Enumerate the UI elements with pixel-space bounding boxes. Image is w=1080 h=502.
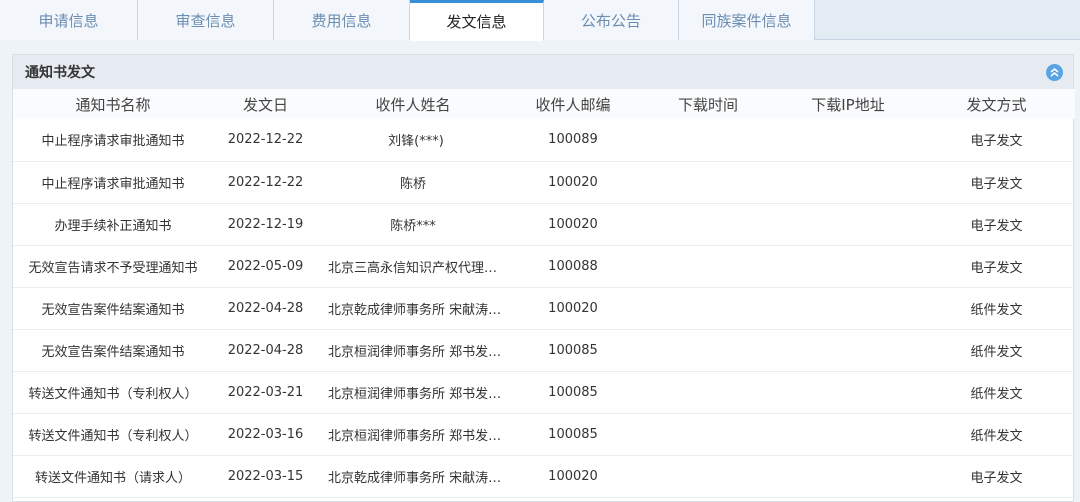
cell-dispatch-date: 2022-12-22 [227, 132, 304, 148]
cell-download-time [638, 119, 778, 161]
col-header-dispatch-method: 发文方式 [918, 89, 1075, 119]
cell-download-ip [778, 371, 918, 413]
cell-download-time [638, 455, 778, 497]
col-header-recipient-name: 收件人姓名 [318, 89, 508, 119]
cell-recipient-postcode: 100020 [548, 174, 598, 190]
cell-recipient-postcode: 100088 [548, 258, 598, 274]
cell-download-time [638, 245, 778, 287]
tab-application-info[interactable]: 申请信息 [0, 0, 138, 40]
cell-recipient-postcode: 100020 [548, 216, 598, 232]
cell-dispatch-date: 2022-12-22 [227, 174, 304, 190]
table-row[interactable]: 转送文件通知书（请求人） 2022-03-15 北京乾成律师事务所 宋献涛 ..… [13, 455, 1075, 497]
cell-recipient-name: 陈桥 [399, 176, 426, 192]
cell-recipient-postcode: 100085 [548, 342, 598, 358]
cell-dispatch-method: 电子发文 [970, 176, 1023, 192]
notice-table: 通知书名称 发文日 收件人姓名 收件人邮编 下载时间 下载IP地址 发文方式 中… [13, 89, 1075, 498]
cell-recipient-postcode: 100020 [548, 468, 598, 484]
cell-notice-name: 转送文件通知书（专利权人） [28, 428, 198, 444]
col-header-recipient-postcode: 收件人邮编 [508, 89, 638, 119]
cell-recipient-name: 北京桓润律师事务所 郑书发(*... [328, 428, 508, 444]
panel-header: 通知书发文 [13, 55, 1073, 89]
col-header-dispatch-date: 发文日 [213, 89, 318, 119]
cell-dispatch-date: 2022-03-21 [227, 384, 304, 400]
cell-recipient-postcode: 100085 [548, 426, 598, 442]
cell-notice-name: 转送文件通知书（专利权人） [28, 386, 198, 402]
cell-dispatch-method: 电子发文 [970, 260, 1023, 276]
table-row[interactable]: 中止程序请求审批通知书 2022-12-22 陈桥 100020 电子发文 [13, 161, 1075, 203]
panel-title: 通知书发文 [25, 65, 95, 81]
cell-dispatch-date: 2022-04-28 [227, 300, 304, 316]
table-row[interactable]: 无效宣告案件结案通知书 2022-04-28 北京乾成律师事务所 宋献涛 ...… [13, 287, 1075, 329]
cell-dispatch-method: 电子发文 [970, 218, 1023, 234]
tab-publication[interactable]: 公布公告 [544, 0, 679, 40]
cell-dispatch-method: 纸件发文 [970, 386, 1023, 402]
cell-dispatch-method: 纸件发文 [970, 344, 1023, 360]
cell-recipient-name: 北京三高永信知识产权代理有... [328, 260, 508, 276]
cell-recipient-name: 刘锋(***) [388, 134, 444, 150]
table-row[interactable]: 中止程序请求审批通知书 2022-12-22 刘锋(***) 100089 电子… [13, 119, 1075, 161]
table-header-row: 通知书名称 发文日 收件人姓名 收件人邮编 下载时间 下载IP地址 发文方式 [13, 89, 1075, 119]
cell-download-ip [778, 161, 918, 203]
col-header-download-ip: 下载IP地址 [778, 89, 918, 119]
cell-dispatch-date: 2022-03-16 [227, 426, 304, 442]
cell-download-ip [778, 119, 918, 161]
cell-download-ip [778, 329, 918, 371]
chevron-double-up-icon[interactable] [1046, 64, 1063, 81]
cell-recipient-postcode: 100089 [548, 132, 598, 148]
cell-dispatch-date: 2022-04-28 [227, 342, 304, 358]
cell-recipient-postcode: 100020 [548, 300, 598, 316]
cell-download-time [638, 203, 778, 245]
table-row[interactable]: 转送文件通知书（专利权人） 2022-03-21 北京桓润律师事务所 郑书发(*… [13, 371, 1075, 413]
table-row[interactable]: 办理手续补正通知书 2022-12-19 陈桥*** 100020 电子发文 [13, 203, 1075, 245]
table-row[interactable]: 无效宣告请求不予受理通知书 2022-05-09 北京三高永信知识产权代理有..… [13, 245, 1075, 287]
cell-dispatch-date: 2022-05-09 [227, 258, 304, 274]
tab-fee-info[interactable]: 费用信息 [274, 0, 410, 40]
cell-dispatch-date: 2022-12-19 [227, 216, 304, 232]
notice-dispatch-panel: 通知书发文 通知书名称 发文日 收件人姓名 收件人邮编 下载时间 下载IP地址 … [12, 54, 1075, 502]
cell-dispatch-method: 纸件发文 [970, 302, 1023, 318]
cell-notice-name: 办理手续补正通知书 [54, 218, 172, 234]
cell-download-ip [778, 413, 918, 455]
cell-download-time [638, 287, 778, 329]
tab-family-cases[interactable]: 同族案件信息 [679, 0, 815, 40]
tab-dispatch-info[interactable]: 发文信息 [410, 0, 544, 41]
cell-download-time [638, 413, 778, 455]
cell-dispatch-method: 电子发文 [970, 134, 1023, 150]
cell-notice-name: 无效宣告请求不予受理通知书 [28, 260, 198, 276]
cell-dispatch-method: 电子发文 [970, 470, 1023, 486]
tab-label: 发文信息 [446, 13, 507, 31]
tab-examination-info[interactable]: 审查信息 [138, 0, 274, 40]
tab-label: 审查信息 [175, 11, 236, 30]
table-row[interactable]: 转送文件通知书（专利权人） 2022-03-16 北京桓润律师事务所 郑书发(*… [13, 413, 1075, 455]
cell-recipient-name: 北京桓润律师事务所 郑书发(*... [328, 344, 508, 360]
cell-recipient-name: 北京乾成律师事务所 宋献涛 ... [328, 470, 505, 486]
cell-download-ip [778, 455, 918, 497]
cell-download-ip [778, 203, 918, 245]
cell-dispatch-date: 2022-03-15 [227, 468, 304, 484]
cell-notice-name: 无效宣告案件结案通知书 [41, 344, 185, 360]
cell-recipient-name: 陈桥*** [390, 218, 436, 234]
tab-label: 公布公告 [580, 11, 641, 30]
cell-download-time [638, 329, 778, 371]
col-header-notice-name: 通知书名称 [13, 89, 213, 119]
tab-label: 同族案件信息 [701, 11, 792, 30]
cell-notice-name: 转送文件通知书（请求人） [34, 470, 191, 486]
cell-download-time [638, 371, 778, 413]
cell-notice-name: 中止程序请求审批通知书 [41, 134, 185, 150]
cell-notice-name: 中止程序请求审批通知书 [41, 176, 185, 192]
cell-download-ip [778, 245, 918, 287]
tab-label: 费用信息 [311, 11, 372, 30]
cell-recipient-name: 北京桓润律师事务所 郑书发(*... [328, 386, 508, 402]
cell-recipient-postcode: 100085 [548, 384, 598, 400]
cell-notice-name: 无效宣告案件结案通知书 [41, 302, 185, 318]
tab-bar: 申请信息 审查信息 费用信息 发文信息 公布公告 同族案件信息 [0, 0, 1080, 41]
cell-download-time [638, 161, 778, 203]
cell-dispatch-method: 纸件发文 [970, 428, 1023, 444]
col-header-download-time: 下载时间 [638, 89, 778, 119]
table-row[interactable]: 无效宣告案件结案通知书 2022-04-28 北京桓润律师事务所 郑书发(*..… [13, 329, 1075, 371]
cell-download-ip [778, 287, 918, 329]
cell-recipient-name: 北京乾成律师事务所 宋献涛 ... [328, 302, 505, 318]
tab-label: 申请信息 [38, 11, 99, 30]
